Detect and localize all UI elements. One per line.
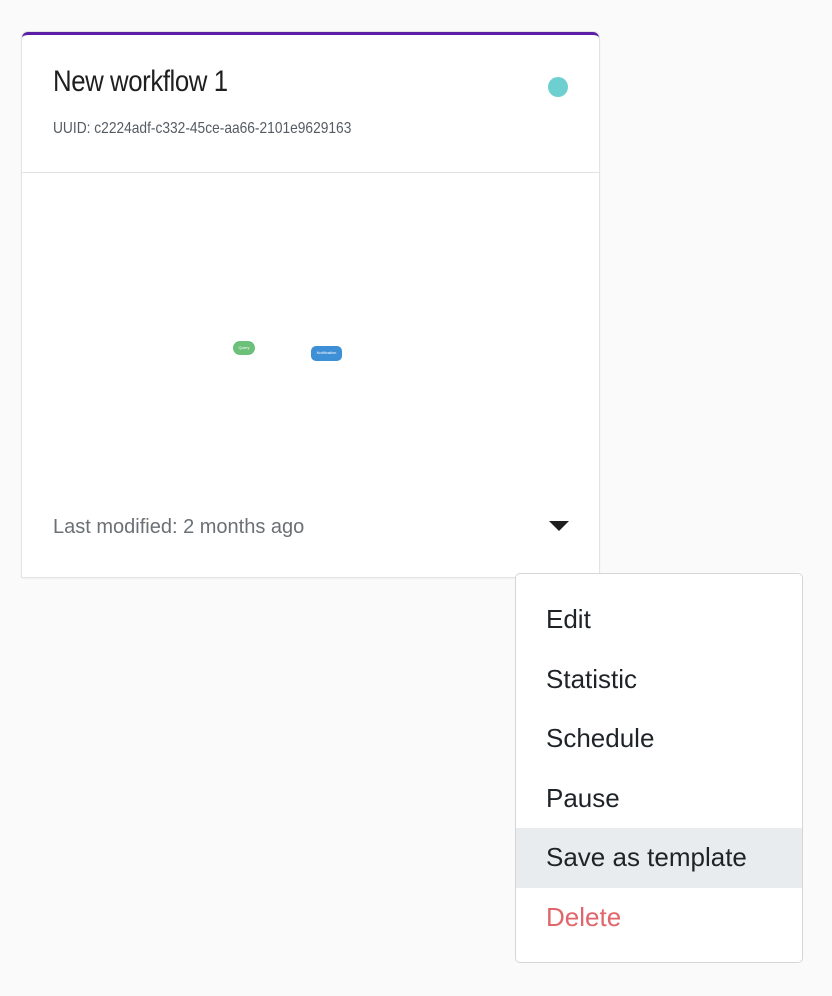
preview-node-query: Query [233, 341, 255, 355]
menu-item-save-as-template[interactable]: Save as template [516, 828, 802, 888]
menu-item-statistic[interactable]: Statistic [516, 650, 802, 710]
menu-item-delete[interactable]: Delete [516, 888, 802, 948]
workflow-preview[interactable]: Query Notification [22, 173, 599, 473]
status-indicator-dot [548, 77, 568, 97]
workflow-title[interactable]: New workflow 1 [53, 65, 228, 99]
preview-node-notification: Notification [311, 346, 342, 361]
last-modified-text: Last modified: 2 months ago [53, 516, 305, 538]
menu-item-schedule[interactable]: Schedule [516, 709, 802, 769]
dropdown-caret-icon[interactable] [549, 521, 569, 531]
card-header: New workflow 1 UUID: c2224adf-c332-45ce-… [22, 35, 599, 173]
menu-item-pause[interactable]: Pause [516, 769, 802, 829]
menu-item-edit[interactable]: Edit [516, 590, 802, 650]
workflow-uuid: UUID: c2224adf-c332-45ce-aa66-2101e96291… [53, 120, 352, 137]
workflow-card[interactable]: New workflow 1 UUID: c2224adf-c332-45ce-… [22, 32, 599, 577]
workflow-actions-menu: Edit Statistic Schedule Pause Save as te… [515, 573, 803, 963]
